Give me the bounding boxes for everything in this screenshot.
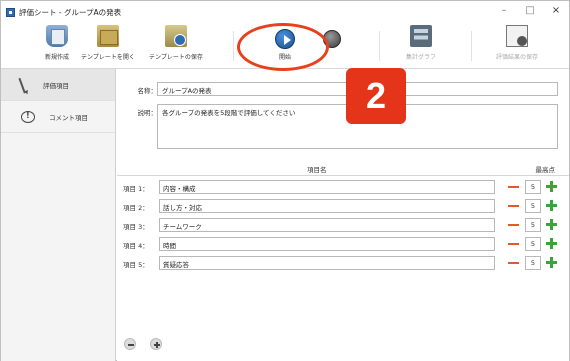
pen-icon [18, 75, 30, 94]
table-row: 項目 5： 質疑応答 5 [117, 256, 569, 270]
save-results-label: 評価結果の保存 [496, 54, 539, 61]
app-window: 評価シート - グループAの発表 – □ × 新規作成 テンプレートを開く テン… [0, 0, 570, 361]
window-controls: – □ × [499, 5, 561, 17]
item-name-input[interactable]: 内容・構成 [159, 180, 495, 194]
sidebar-item-comment[interactable]: コメント項目 [1, 101, 115, 133]
item-label: 項目 2： [123, 204, 149, 212]
max-score-header: 最高点 [535, 166, 556, 174]
max-score-field[interactable]: 5 [525, 256, 541, 270]
sidebar-item-evaluation[interactable]: 評価項目 [1, 69, 115, 101]
save-template-button[interactable]: テンプレートの保存 [149, 25, 203, 61]
chart-icon [410, 25, 432, 47]
save-template-label: テンプレートの保存 [149, 54, 203, 61]
close-button[interactable]: × [551, 5, 561, 17]
item-name-input[interactable]: 質疑応答 [159, 256, 495, 270]
max-score-field[interactable]: 5 [525, 237, 541, 251]
table-row: 項目 1： 内容・構成 5 [117, 180, 569, 194]
increment-button[interactable] [546, 200, 557, 211]
minus-icon [128, 344, 134, 346]
title-bar: 評価シート - グループAの発表 – □ × [1, 1, 569, 23]
toolbar-divider [233, 31, 234, 61]
open-template-label: テンプレートを開く [81, 54, 135, 61]
max-score-field[interactable]: 5 [525, 218, 541, 232]
item-name-input[interactable]: 話し方・対応 [159, 199, 495, 213]
name-row: 名称： グループAの発表 [117, 82, 558, 96]
toolbar-divider [379, 31, 380, 61]
app-icon [6, 7, 15, 17]
sidebar-item-label: コメント項目 [49, 113, 88, 122]
toolbar-divider [471, 31, 472, 61]
decrement-button[interactable] [508, 224, 519, 226]
new-sheet-icon [46, 25, 68, 47]
increment-button[interactable] [546, 257, 557, 268]
save-template-icon [164, 25, 187, 47]
decrement-button[interactable] [508, 205, 519, 207]
name-label: 名称： [137, 87, 158, 95]
decrement-button[interactable] [508, 243, 519, 245]
new-sheet-label: 新規作成 [45, 54, 70, 61]
item-name-input[interactable]: 時間 [159, 237, 495, 251]
sidebar-item-label: 評価項目 [43, 81, 69, 90]
item-label: 項目 1： [123, 185, 149, 193]
plus-icon-vertical [156, 342, 158, 348]
new-sheet-button[interactable]: 新規作成 [45, 25, 69, 61]
item-label: 項目 3： [123, 223, 149, 231]
decrement-button[interactable] [508, 262, 519, 264]
item-label: 項目 4： [123, 242, 149, 250]
maximize-button[interactable]: □ [525, 5, 535, 17]
table-row: 項目 3： チームワーク 5 [117, 218, 569, 232]
sidebar: 評価項目 コメント項目 [1, 69, 116, 361]
comment-icon [21, 110, 35, 123]
main-panel: 名称： グループAの発表 説明： 各グループの発表を5段階で評価してください 項… [117, 69, 569, 361]
highlight-circle [237, 23, 329, 71]
minimize-button[interactable]: – [499, 5, 509, 17]
summary-chart-button[interactable]: 集計グラフ [406, 25, 436, 61]
item-name-header: 項目名 [307, 166, 327, 174]
description-row: 説明： 各グループの発表を5段階で評価してください [117, 104, 558, 149]
summary-chart-label: 集計グラフ [406, 54, 437, 61]
open-folder-icon [96, 25, 119, 47]
item-name-input[interactable]: チームワーク [159, 218, 495, 232]
table-row: 項目 2： 話し方・対応 5 [117, 199, 569, 213]
item-label: 項目 5： [123, 261, 149, 269]
add-item-button[interactable] [150, 338, 162, 350]
increment-button[interactable] [546, 238, 557, 249]
save-results-button[interactable]: 評価結果の保存 [496, 25, 538, 61]
increment-button[interactable] [546, 219, 557, 230]
max-score-field[interactable]: 5 [525, 180, 541, 194]
remove-item-button[interactable] [124, 338, 136, 350]
step-badge: 2 [346, 68, 406, 124]
decrement-button[interactable] [508, 186, 519, 188]
table-row: 項目 4： 時間 5 [117, 237, 569, 251]
increment-button[interactable] [546, 181, 557, 192]
window-title: 評価シート - グループAの発表 [19, 7, 122, 17]
open-template-button[interactable]: テンプレートを開く [81, 25, 135, 61]
export-icon [506, 25, 528, 47]
max-score-field[interactable]: 5 [525, 199, 541, 213]
description-label: 説明： [137, 109, 158, 117]
items-table-header: 項目名 最高点 [117, 162, 569, 176]
